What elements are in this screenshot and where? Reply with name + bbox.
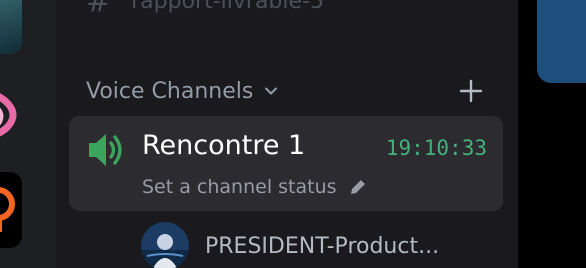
create-channel-button[interactable] bbox=[456, 76, 486, 106]
channel-status-placeholder: Set a channel status bbox=[142, 176, 337, 198]
channel-status-button[interactable]: Set a channel status bbox=[142, 176, 368, 198]
user-avatar bbox=[141, 222, 189, 268]
text-channel-label: rapport-livrable-5 bbox=[131, 0, 324, 14]
pencil-icon bbox=[348, 177, 368, 197]
voice-member-item[interactable]: PRESIDENT-Product... bbox=[141, 222, 501, 268]
media-tile[interactable] bbox=[537, 0, 586, 83]
channel-list: # rapport-livrable-5 Voice Channels Renc… bbox=[56, 0, 518, 268]
server-icon-3[interactable] bbox=[0, 172, 22, 248]
server-icon-2[interactable] bbox=[0, 84, 22, 144]
speaker-icon bbox=[87, 132, 127, 168]
call-timer: 19:10:33 bbox=[385, 136, 487, 160]
pink-ribbon-server-icon bbox=[0, 93, 17, 137]
server-icon-1[interactable] bbox=[0, 0, 22, 54]
text-channel-item[interactable]: # rapport-livrable-5 bbox=[86, 0, 324, 19]
category-label: Voice Channels bbox=[86, 78, 254, 104]
plus-icon bbox=[459, 79, 483, 103]
chevron-down-icon bbox=[263, 83, 279, 99]
hash-icon: # bbox=[86, 0, 112, 19]
app-window: # rapport-livrable-5 Voice Channels Renc… bbox=[0, 0, 586, 268]
orange-ring-server-icon bbox=[0, 187, 15, 232]
member-name: PRESIDENT-Product... bbox=[205, 233, 440, 259]
voice-channel-item[interactable]: Rencontre 1 19:10:33 Set a channel statu… bbox=[69, 116, 503, 211]
server-avatar-image bbox=[0, 0, 22, 54]
server-rail bbox=[0, 0, 56, 268]
voice-channel-name: Rencontre 1 bbox=[142, 130, 306, 161]
voice-category-header[interactable]: Voice Channels bbox=[86, 76, 486, 106]
